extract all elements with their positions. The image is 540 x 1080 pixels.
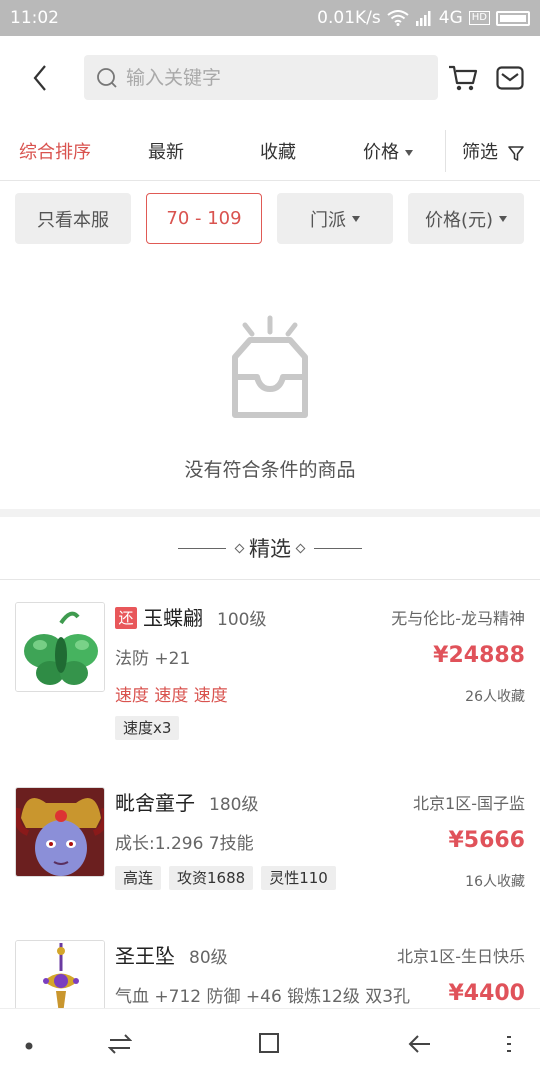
item-price: ¥5666: [448, 828, 525, 853]
battery-icon: [496, 10, 530, 26]
divider: [445, 130, 446, 172]
hd-icon: HD: [468, 11, 490, 25]
item-name: 还玉蝶翩 100级: [115, 602, 266, 631]
item-tags: 速度x3: [115, 716, 180, 740]
chip-this-server[interactable]: 只看本服: [15, 193, 131, 244]
divider: [178, 547, 226, 549]
item-favorites: 16人收藏: [465, 874, 525, 890]
item-tag: 灵性110: [261, 866, 336, 890]
more-menu-icon[interactable]: [504, 1031, 514, 1057]
filter-button[interactable]: 筛选: [462, 138, 524, 164]
return-badge: 还: [115, 607, 137, 629]
network-speed: 0.01K/s: [317, 8, 381, 28]
item-thumbnail: [15, 787, 105, 877]
empty-state: 没有符合条件的商品: [0, 245, 540, 510]
chip-label: 门派: [310, 209, 346, 231]
sort-tab-price-label: 价格: [363, 142, 399, 163]
status-bar: 11:02 0.01K/s 4G HD: [0, 0, 540, 36]
search-icon: [97, 67, 117, 88]
caret-down-icon: [499, 215, 508, 222]
item-thumbnail: [15, 940, 105, 1008]
dot-icon[interactable]: [24, 1041, 34, 1051]
chip-label: 只看本服: [37, 209, 109, 231]
network-type: 4G: [438, 8, 463, 28]
item-tag: 速度x3: [115, 716, 180, 740]
item-level: 180级: [209, 795, 259, 815]
diamond-ornament-icon: [234, 543, 245, 553]
chevron-left-icon: [33, 65, 46, 91]
item-name: 圣王坠 80级: [115, 940, 228, 969]
cart-button[interactable]: [448, 64, 478, 96]
featured-section-header: 精选: [0, 517, 540, 580]
item-name-text: 圣王坠: [115, 944, 175, 968]
chip-label: 价格(元): [424, 209, 494, 231]
top-header: [0, 36, 540, 120]
chip-price[interactable]: 价格(元): [408, 193, 524, 244]
signal-icon: [415, 11, 431, 26]
item-server: 北京1区-生日快乐: [397, 947, 525, 966]
item-special-attribute: 速度 速度 速度: [115, 686, 228, 706]
item-attribute: 气血 +712 防御 +46 锻炼12级 双3孔: [115, 987, 411, 1007]
list-item[interactable]: 还玉蝶翩 100级 无与伦比-龙马精神 法防 +21 ¥24888 速度 速度 速…: [0, 580, 540, 765]
empty-state-text: 没有符合条件的商品: [184, 459, 356, 481]
sort-tab-newest[interactable]: 最新: [148, 138, 184, 164]
list-item[interactable]: 毗舍童子 180级 北京1区-国子监 成长:1.296 7技能 ¥5666 高连 …: [0, 765, 540, 925]
sort-tab-favorites[interactable]: 收藏: [260, 138, 296, 164]
search-input[interactable]: [126, 66, 416, 89]
child-character-portrait-icon: [16, 788, 104, 876]
chip-faction[interactable]: 门派: [277, 193, 393, 244]
divider: [314, 547, 362, 549]
wifi-icon: [387, 10, 409, 26]
item-name-text: 玉蝶翩: [143, 606, 203, 630]
section-separator: [0, 509, 540, 517]
back-button[interactable]: [0, 36, 80, 120]
item-level: 100级: [217, 610, 267, 630]
caret-down-icon: [352, 215, 360, 222]
diamond-ornament-icon: [295, 543, 306, 553]
message-button[interactable]: [496, 66, 524, 94]
filter-icon: [507, 146, 524, 161]
item-tag: 攻资1688: [169, 866, 254, 890]
item-tag: 高连: [115, 866, 162, 890]
back-arrow-icon[interactable]: [408, 1031, 432, 1057]
mail-icon: [496, 66, 524, 90]
item-price: ¥24888: [433, 643, 525, 668]
sort-tab-default[interactable]: 综合排序: [19, 138, 91, 164]
search-box[interactable]: [84, 55, 438, 100]
item-favorites: 26人收藏: [465, 689, 525, 705]
section-title: 精选: [249, 537, 291, 561]
item-server: 无与伦比-龙马精神: [391, 609, 525, 628]
item-attribute: 成长:1.296 7技能: [115, 834, 254, 854]
item-level: 80级: [189, 948, 228, 968]
empty-box-icon: [232, 315, 308, 418]
item-name: 毗舍童子 180级: [115, 787, 258, 816]
item-server: 北京1区-国子监: [413, 794, 525, 813]
home-square-icon[interactable]: [258, 1031, 280, 1055]
status-icons: 0.01K/s 4G HD: [317, 8, 530, 28]
filter-chips: 只看本服 70 - 109 门派 价格(元): [0, 193, 540, 245]
sort-tab-price[interactable]: 价格: [363, 138, 413, 164]
sort-bar: 综合排序 最新 收藏 价格 筛选: [0, 120, 540, 181]
item-tags: 高连 攻资1688 灵性110: [115, 866, 336, 890]
item-thumbnail: [15, 602, 105, 692]
chip-label: 70 - 109: [166, 208, 242, 229]
item-price: ¥4400: [448, 981, 525, 1006]
item-name-text: 毗舍童子: [115, 791, 195, 815]
item-attribute: 法防 +21: [115, 649, 191, 669]
jade-butterfly-icon: [16, 603, 104, 691]
chip-level-range[interactable]: 70 - 109: [146, 193, 262, 244]
pendant-icon: [16, 941, 104, 1008]
switch-arrows-icon[interactable]: [108, 1031, 132, 1057]
system-navigation-bar: [0, 1008, 540, 1080]
list-item[interactable]: 圣王坠 80级 北京1区-生日快乐 气血 +712 防御 +46 锻炼12级 双3…: [0, 925, 540, 1008]
caret-down-icon: [405, 150, 413, 156]
status-time: 11:02: [10, 8, 59, 28]
filter-button-label: 筛选: [462, 142, 498, 163]
cart-icon: [449, 65, 478, 91]
